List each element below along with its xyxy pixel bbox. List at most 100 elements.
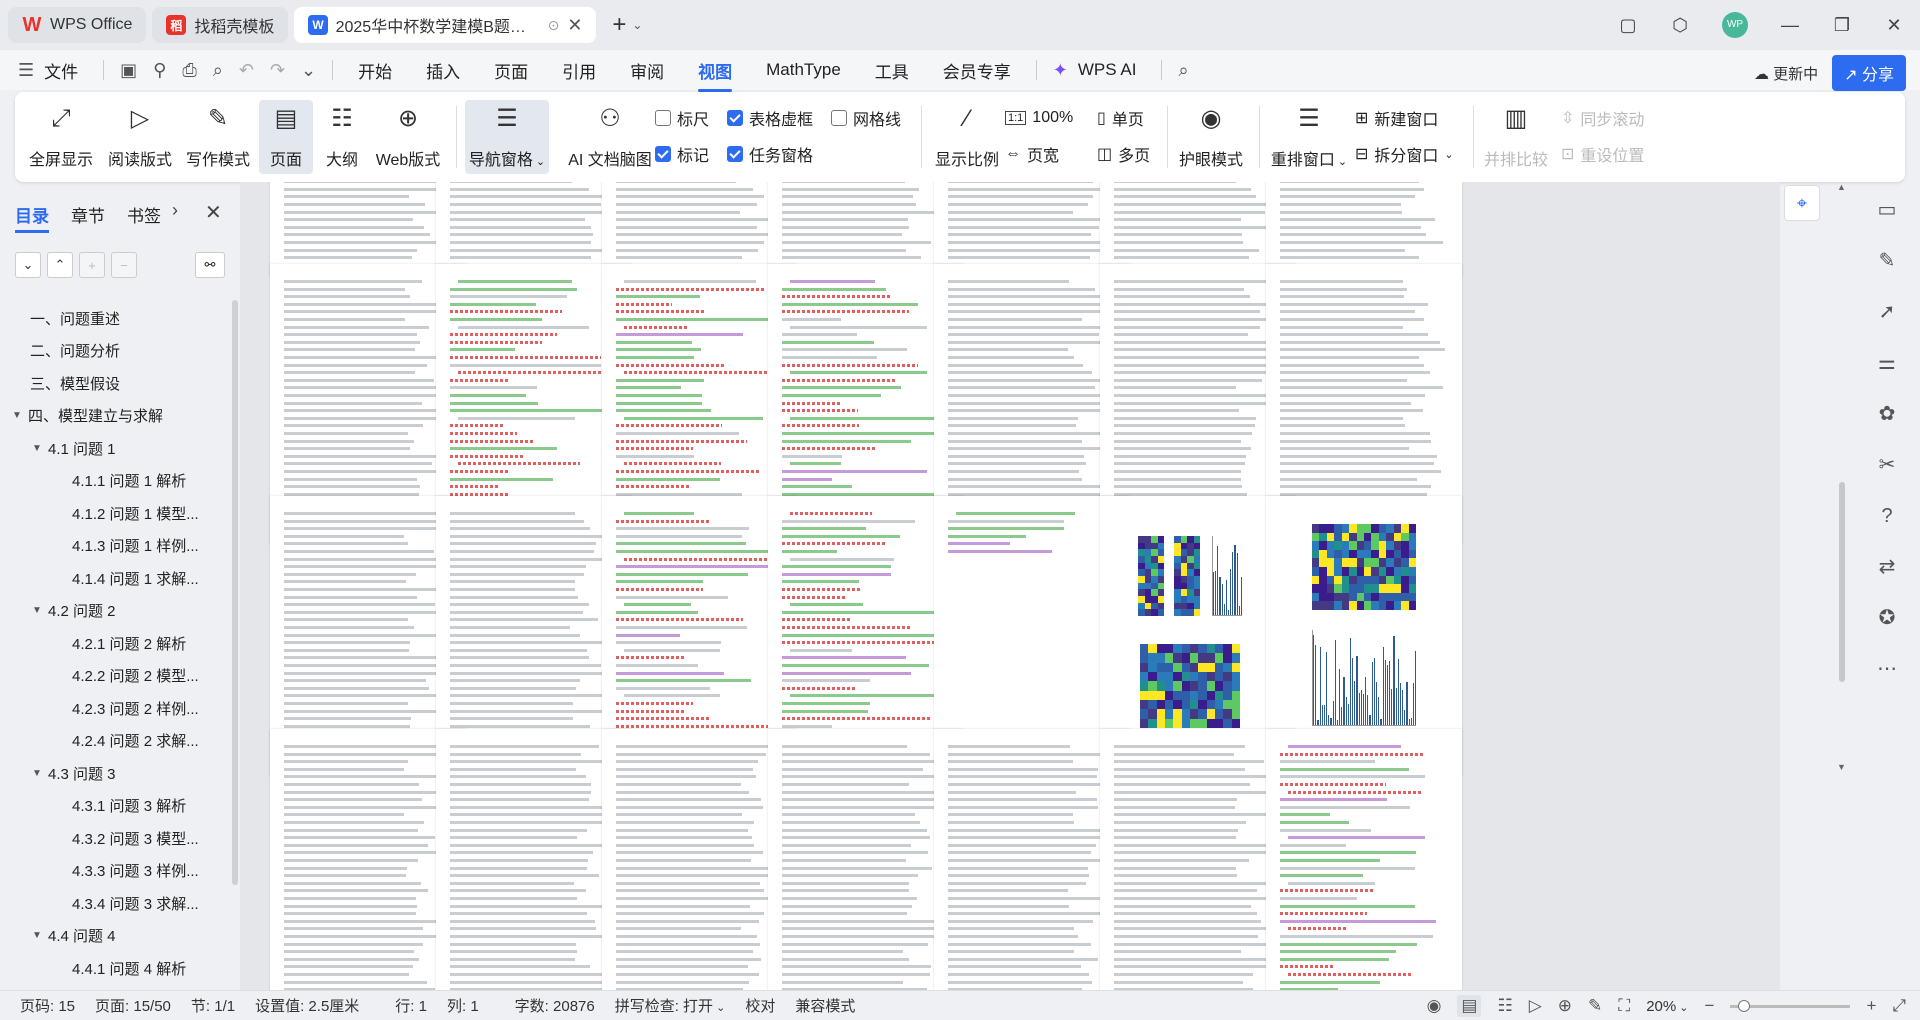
toc-item[interactable]: 4.2.1 问题 2 解析 <box>0 627 232 660</box>
web-status-icon[interactable]: ⊕ <box>1558 996 1572 1016</box>
menu-review[interactable]: 审阅 <box>630 58 664 83</box>
toc-item[interactable]: 4.3.1 问题 3 解析 <box>0 790 232 823</box>
tab-document[interactable]: W 2025华中杯数学建模B题完整 ⊙ ✕ <box>294 7 597 43</box>
ruler-checkbox[interactable]: 标尺 <box>655 104 709 132</box>
writing-mode-button[interactable]: ✎ 写作模式 <box>183 100 253 174</box>
expand-arrow-icon[interactable]: ▼ <box>32 930 48 941</box>
toc-item[interactable]: 4.3.3 问题 3 样例... <box>0 855 232 888</box>
new-tab-icon[interactable]: + <box>612 11 626 39</box>
close-nav-pane-icon[interactable]: ✕ <box>205 200 222 225</box>
nav-pane-button[interactable]: ☰ 导航窗格 ⌄ <box>465 100 549 174</box>
toc-item[interactable]: 4.1.4 问题 1 求解... <box>0 562 232 595</box>
task-pane-checkbox[interactable]: 任务窗格 <box>727 140 813 168</box>
tab-list-dropdown-icon[interactable]: ⌄ <box>632 18 642 32</box>
new-window-button[interactable]: ⊞ 新建窗口 <box>1355 104 1438 132</box>
tab-wps-office[interactable]: W WPS Office <box>8 7 147 43</box>
page-view-status-icon[interactable]: ▤ <box>1457 995 1482 1017</box>
restore-icon[interactable]: ❐ <box>1816 15 1868 36</box>
update-status[interactable]: ☁ 更新中 <box>1754 63 1818 84</box>
print-icon[interactable]: ⎙ <box>182 60 196 81</box>
close-window-icon[interactable]: ✕ <box>1868 15 1920 36</box>
menu-page[interactable]: 页面 <box>494 58 528 83</box>
menu-insert[interactable]: 插入 <box>426 58 460 83</box>
status-spell-check[interactable]: 拼写检查: 打开 ⌄ <box>615 995 726 1016</box>
tab-chapters[interactable]: 章节 <box>71 202 105 227</box>
menu-view[interactable]: 视图 <box>698 58 733 92</box>
marks-checkbox[interactable]: 标记 <box>655 140 709 168</box>
expand-arrow-icon[interactable]: ▼ <box>12 410 28 421</box>
remove-heading-icon[interactable]: − <box>111 252 137 278</box>
cloud-link-icon[interactable]: ⚲ <box>153 60 166 81</box>
search-icon[interactable]: ⌕ <box>1178 60 1188 81</box>
single-page-button[interactable]: ▯ 单页 <box>1097 104 1144 132</box>
menu-home[interactable]: 开始 <box>358 58 392 83</box>
toc-item[interactable]: 4.2.4 问题 2 求解... <box>0 725 232 758</box>
fullscreen-button[interactable]: ⤢ 全屏显示 <box>29 100 93 174</box>
eye-mode-icon[interactable]: ◉ <box>1427 996 1442 1016</box>
reading-mode-button[interactable]: ▷ 阅读版式 <box>105 100 175 174</box>
zoom-in-icon[interactable]: + <box>1866 996 1876 1016</box>
menu-file[interactable]: 文件 <box>44 58 78 83</box>
eye-protect-button[interactable]: ◉ 护眼模式 <box>1175 100 1247 174</box>
more-icon[interactable]: ⋯ <box>1877 644 1897 695</box>
multi-page-button[interactable]: ◫ 多页 <box>1097 140 1150 168</box>
scroll-down-icon[interactable]: ▼ <box>1837 762 1846 772</box>
share-button[interactable]: ↗ 分享 <box>1832 55 1906 91</box>
undo-icon[interactable]: ↶ <box>239 60 254 81</box>
reset-position-button[interactable]: ⊡ 重设位置 <box>1561 140 1644 168</box>
print-preview-icon[interactable]: ⌕ <box>213 60 223 81</box>
zoom-slider-thumb[interactable] <box>1738 999 1751 1012</box>
document-scrollbar[interactable]: ▲ ▼ <box>1837 182 1847 990</box>
menu-mathtype[interactable]: MathType <box>766 60 841 80</box>
toc-item[interactable]: 三、模型假设 <box>0 367 232 400</box>
expand-arrow-icon[interactable]: ▼ <box>32 605 48 616</box>
toc-item[interactable]: 4.3.4 问题 3 求解... <box>0 887 232 920</box>
translate-icon[interactable]: ⇄ <box>1879 542 1896 593</box>
add-heading-icon[interactable]: + <box>79 252 105 278</box>
status-setting[interactable]: 设置值: 2.5厘米 <box>255 995 359 1016</box>
toc-item[interactable]: 4.1.3 问题 1 样例... <box>0 530 232 563</box>
save-icon[interactable]: ▣ <box>120 60 137 81</box>
chevron-right-icon[interactable]: › <box>172 200 178 221</box>
toc-item[interactable]: ▼ 4.1 问题 1 <box>0 432 232 465</box>
status-section[interactable]: 节: 1/1 <box>191 995 235 1016</box>
menu-wps-ai[interactable]: WPS AI <box>1078 60 1137 80</box>
expand-arrow-icon[interactable]: ▼ <box>32 443 48 454</box>
scroll-up-icon[interactable]: ▲ <box>1837 182 1846 192</box>
status-row[interactable]: 行: 1 <box>395 995 427 1016</box>
sync-scroll-button[interactable]: ⇳ 同步滚动 <box>1561 104 1644 132</box>
avatar[interactable]: WP <box>1722 12 1748 38</box>
tab-bookmarks[interactable]: 书签 <box>127 202 161 227</box>
pen-icon[interactable]: ✎ <box>1879 236 1896 287</box>
tools-icon[interactable]: ✂ <box>1879 440 1896 491</box>
status-proof[interactable]: 校对 <box>745 995 775 1016</box>
redo-icon[interactable]: ↷ <box>270 60 285 81</box>
minimize-icon[interactable]: — <box>1764 15 1816 36</box>
expand-arrow-icon[interactable]: ▼ <box>32 768 48 779</box>
menu-references[interactable]: 引用 <box>562 58 596 83</box>
toc-item[interactable]: 二、问题分析 <box>0 335 232 368</box>
status-page-number[interactable]: 页码: 15 <box>20 995 75 1016</box>
zoom-out-icon[interactable]: − <box>1705 996 1715 1016</box>
side-compare-button[interactable]: ▥ 并排比较 <box>1481 100 1551 174</box>
status-page-count[interactable]: 页面: 15/50 <box>95 995 171 1016</box>
tab-toc[interactable]: 目录 <box>15 202 49 233</box>
toc-item[interactable]: 4.2.3 问题 2 样例... <box>0 692 232 725</box>
play-icon[interactable]: ▷ <box>1529 996 1542 1016</box>
toc-item[interactable]: ▼ 4.2 问题 2 <box>0 595 232 628</box>
cube-icon[interactable]: ⬡ <box>1654 15 1706 36</box>
close-tab-icon[interactable]: ✕ <box>567 15 582 36</box>
rearrange-window-button[interactable]: ☰ 重排窗口 ⌄ <box>1267 100 1351 174</box>
expand-up-icon[interactable]: ⌃ <box>47 252 73 278</box>
collapse-all-icon[interactable]: ⌄ <box>15 252 41 278</box>
outline-view-button[interactable]: ☷ 大纲 <box>317 100 367 174</box>
menu-hamburger-icon[interactable]: ☰ <box>18 60 34 81</box>
outline-status-icon[interactable]: ☷ <box>1497 996 1512 1016</box>
page-width-button[interactable]: ⇔ 页宽 <box>1005 140 1059 168</box>
toc-item[interactable]: ▼ 4.3 问题 3 <box>0 757 232 790</box>
menu-tools[interactable]: 工具 <box>875 58 909 83</box>
toc-item[interactable]: ▼ 四、模型建立与求解 <box>0 400 232 433</box>
toc-item[interactable]: 4.4.1 问题 4 解析 <box>0 952 232 985</box>
fullscreen-status-icon[interactable]: ⤢ <box>1892 996 1906 1016</box>
web-view-button[interactable]: ⊕ Web版式 <box>371 100 445 174</box>
